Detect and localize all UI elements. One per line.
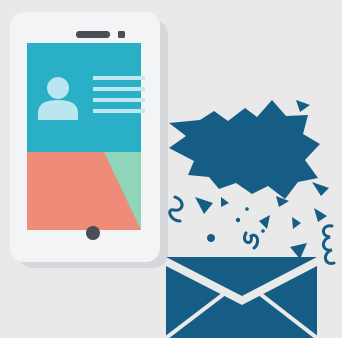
phone-screen: [27, 43, 145, 230]
smartphone-icon: [10, 12, 168, 268]
confetti-dot: [245, 207, 249, 211]
illustration-canvas: [0, 0, 342, 338]
contact-card: [27, 43, 141, 152]
confetti-dot: [261, 229, 265, 233]
phone-speaker: [76, 31, 110, 38]
confetti-dot: [282, 181, 286, 185]
home-button: [86, 226, 100, 240]
confetti-dot: [235, 217, 241, 223]
illustration: [0, 0, 342, 338]
confetti-dot: [207, 234, 215, 242]
phone-camera: [118, 31, 125, 38]
